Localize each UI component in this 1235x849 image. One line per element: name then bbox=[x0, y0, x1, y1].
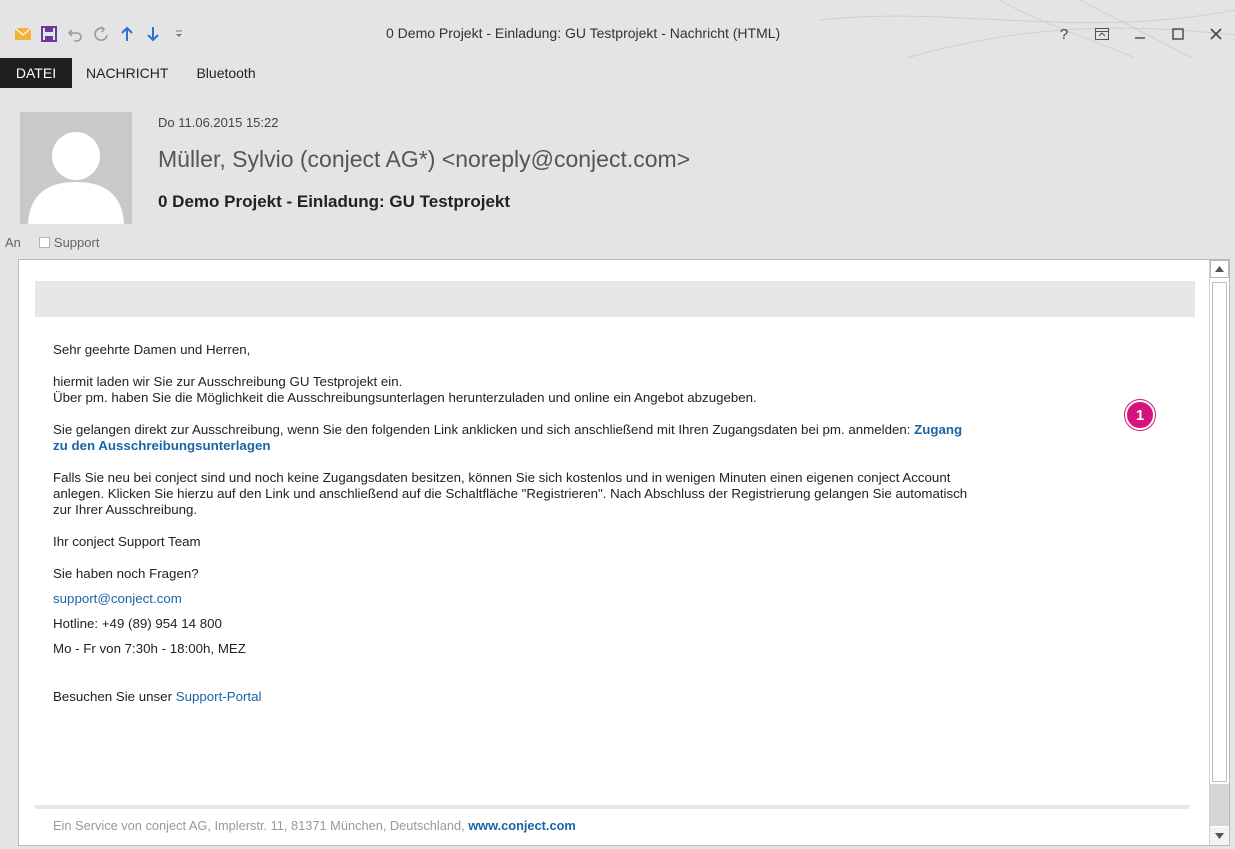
recipient-row: An Support bbox=[5, 233, 99, 251]
close-icon[interactable] bbox=[1197, 22, 1235, 46]
paragraph-line: zur Ihrer Ausschreibung. bbox=[53, 502, 198, 517]
portal-prefix: Besuchen Sie unser bbox=[53, 689, 176, 704]
annotation-badge: 1 bbox=[1125, 400, 1155, 430]
message-body: Sehr geehrte Damen und Herren, hiermit l… bbox=[18, 259, 1230, 846]
vertical-scrollbar[interactable] bbox=[1209, 260, 1229, 845]
down-arrow-icon[interactable] bbox=[140, 22, 166, 46]
paragraph-line: anlegen. Klicken Sie hierzu auf den Link… bbox=[53, 486, 968, 501]
scroll-up-icon[interactable] bbox=[1210, 260, 1229, 278]
up-arrow-icon[interactable] bbox=[114, 22, 140, 46]
recipient-name[interactable]: Support bbox=[54, 235, 100, 250]
access-link[interactable]: Zugang bbox=[914, 422, 962, 437]
footer: Ein Service von conject AG, Implerstr. 1… bbox=[53, 818, 576, 833]
footer-divider bbox=[35, 805, 1190, 809]
avatar bbox=[20, 112, 132, 224]
envelope-icon[interactable] bbox=[10, 22, 36, 46]
person-silhouette-icon bbox=[28, 132, 124, 224]
save-icon[interactable] bbox=[36, 22, 62, 46]
maximize-icon[interactable] bbox=[1159, 22, 1197, 46]
redo-icon[interactable] bbox=[88, 22, 114, 46]
website-link[interactable]: www.conject.com bbox=[468, 818, 576, 833]
message-subject: 0 Demo Projekt - Einladung: GU Testproje… bbox=[158, 192, 511, 211]
access-link-cont[interactable]: zu den Ausschreibungsunterlagen bbox=[53, 438, 270, 453]
title-bar: 0 Demo Projekt - Einladung: GU Testproje… bbox=[0, 0, 1235, 58]
footer-address: Ein Service von conject AG, Implerstr. 1… bbox=[53, 818, 469, 833]
scrollbar-thumb[interactable] bbox=[1212, 282, 1227, 782]
paragraph-line: hiermit laden wir Sie zur Ausschreibung … bbox=[53, 374, 403, 389]
paragraph-access-cont: zu den Ausschreibungsunterlagen bbox=[53, 438, 1193, 454]
quick-access-toolbar bbox=[10, 22, 192, 46]
tab-datei[interactable]: DATEI bbox=[0, 58, 72, 88]
paragraph-text: Sie gelangen direkt zur Ausschreibung, w… bbox=[53, 422, 915, 437]
ribbon-tabs: DATEI NACHRICHT Bluetooth bbox=[0, 58, 270, 88]
scroll-down-icon[interactable] bbox=[1210, 827, 1229, 845]
minimize-icon[interactable] bbox=[1121, 22, 1159, 46]
support-email-link[interactable]: support@conject.com bbox=[53, 591, 182, 606]
header-band bbox=[35, 281, 1195, 317]
to-label: An bbox=[5, 234, 21, 250]
greeting: Sehr geehrte Damen und Herren, bbox=[53, 342, 251, 357]
message-content: Sehr geehrte Damen und Herren, hiermit l… bbox=[53, 342, 1193, 705]
ribbon-display-icon[interactable] bbox=[1083, 22, 1121, 46]
message-sender[interactable]: Müller, Sylvio (conject AG*) <noreply@co… bbox=[158, 146, 690, 173]
portal-line: Besuchen Sie unser Support-Portal bbox=[53, 689, 1193, 705]
paragraph-line: Falls Sie neu bei conject sind und noch … bbox=[53, 470, 951, 485]
message-date: Do 11.06.2015 15:22 bbox=[158, 115, 279, 130]
office-hours: Mo - Fr von 7:30h - 18:00h, MEZ bbox=[53, 641, 246, 656]
questions-heading: Sie haben noch Fragen? bbox=[53, 566, 199, 581]
undo-icon[interactable] bbox=[62, 22, 88, 46]
paragraph-access: Sie gelangen direkt zur Ausschreibung, w… bbox=[53, 422, 1193, 438]
tab-bluetooth[interactable]: Bluetooth bbox=[182, 58, 269, 88]
window-controls: ? bbox=[1045, 22, 1235, 46]
paragraph-line: Über pm. haben Sie die Möglichkeit die A… bbox=[53, 390, 757, 405]
customize-icon[interactable] bbox=[166, 22, 192, 46]
recipient-checkbox[interactable] bbox=[38, 236, 50, 248]
tab-nachricht[interactable]: NACHRICHT bbox=[72, 58, 182, 88]
window-title: 0 Demo Projekt - Einladung: GU Testproje… bbox=[386, 25, 781, 41]
hotline: Hotline: +49 (89) 954 14 800 bbox=[53, 616, 222, 631]
scrollbar-track[interactable] bbox=[1210, 784, 1229, 826]
signoff: Ihr conject Support Team bbox=[53, 534, 201, 549]
support-portal-link[interactable]: Support-Portal bbox=[176, 689, 262, 704]
help-button[interactable]: ? bbox=[1045, 22, 1083, 46]
